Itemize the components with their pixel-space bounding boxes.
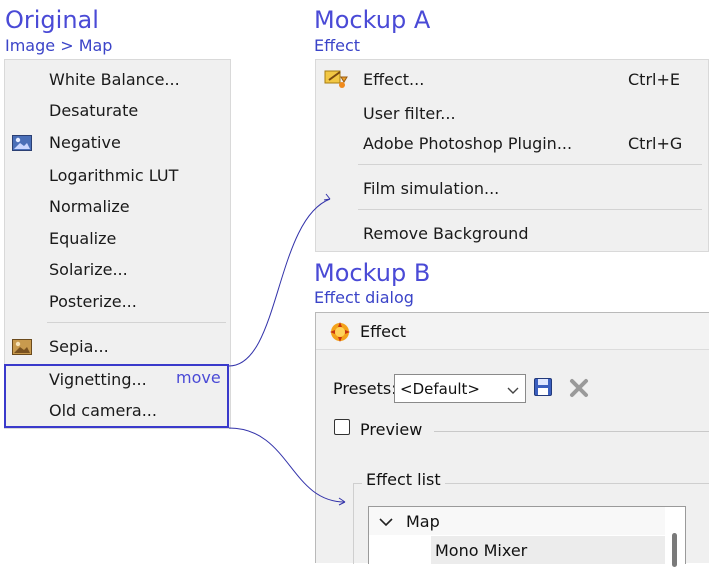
arrow-to-mockup-b [228, 427, 346, 503]
arrow-to-mockup-a [228, 198, 331, 367]
connector-arrows [228, 193, 346, 506]
arrow-head-a [323, 193, 331, 201]
